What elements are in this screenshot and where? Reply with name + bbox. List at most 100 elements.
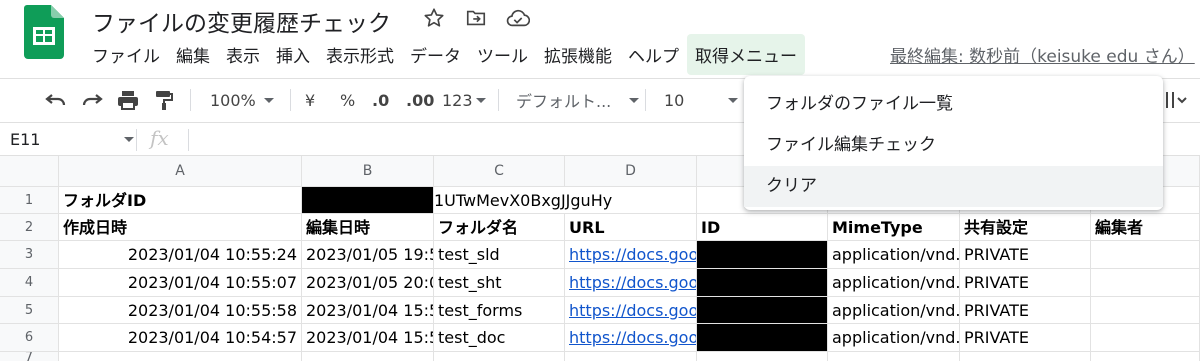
cell-f4[interactable]: application/vnd.g xyxy=(828,269,960,297)
menu-view[interactable]: 表示 xyxy=(218,34,268,75)
cell-f5[interactable]: application/vnd.g xyxy=(828,297,960,324)
cell-e6-redacted[interactable] xyxy=(697,324,828,352)
menu-item-file-edit-check[interactable]: ファイル編集チェック xyxy=(744,125,1163,166)
redo-icon[interactable] xyxy=(80,79,104,121)
cell-h6[interactable] xyxy=(1091,324,1200,352)
cell-c4[interactable]: test_sht xyxy=(434,269,565,297)
cell-a5[interactable]: 2023/01/04 10:55:58 xyxy=(59,297,302,324)
increase-decimal-button[interactable]: .00 xyxy=(406,79,434,121)
cell-h2[interactable]: 編集者 xyxy=(1091,214,1200,241)
cell-h7[interactable] xyxy=(1091,352,1200,361)
currency-format-button[interactable]: ¥ xyxy=(305,79,315,121)
cloud-saved-icon[interactable] xyxy=(504,4,532,32)
chevron-down-icon[interactable] xyxy=(124,137,134,142)
column-header-b[interactable]: B xyxy=(302,156,434,187)
cell-a4[interactable]: 2023/01/04 10:55:07 xyxy=(59,269,302,297)
cell-g3[interactable]: PRIVATE xyxy=(960,241,1091,269)
row-header-4[interactable]: 4 xyxy=(0,269,59,297)
document-title[interactable]: ファイルの変更履歴チェック xyxy=(92,4,391,38)
cell-b5[interactable]: 2023/01/04 15:5 xyxy=(302,297,434,324)
toolbar-divider xyxy=(645,89,646,111)
sheets-logo-icon[interactable] xyxy=(24,5,64,59)
menu-data[interactable]: データ xyxy=(402,34,469,75)
menu-tools[interactable]: ツール xyxy=(469,34,536,75)
move-folder-icon[interactable] xyxy=(462,4,490,32)
last-edit-link[interactable]: 最終編集: 数秒前（keisuke edu さん） xyxy=(890,42,1195,67)
cell-c6[interactable]: test_doc xyxy=(434,324,565,352)
cell-b7[interactable] xyxy=(302,352,434,361)
cell-a7[interactable] xyxy=(59,352,302,361)
undo-icon[interactable] xyxy=(44,79,68,121)
menu-extensions[interactable]: 拡張機能 xyxy=(536,34,620,75)
cell-b1-redacted[interactable] xyxy=(302,187,434,214)
cell-c7[interactable] xyxy=(434,352,565,361)
cell-a3[interactable]: 2023/01/04 10:55:24 xyxy=(59,241,302,269)
cell-d7[interactable] xyxy=(565,352,697,361)
cell-a2[interactable]: 作成日時 xyxy=(59,214,302,241)
menu-insert[interactable]: 挿入 xyxy=(268,34,318,75)
cell-g7[interactable] xyxy=(960,352,1091,361)
menu-custom-fetch[interactable]: 取得メニュー xyxy=(687,33,805,75)
cell-d2[interactable]: URL xyxy=(565,214,697,241)
cell-c2[interactable]: フォルダ名 xyxy=(434,214,565,241)
zoom-value: 100% xyxy=(210,90,256,110)
cell-g2[interactable]: 共有設定 xyxy=(960,214,1091,241)
column-header-d[interactable]: D xyxy=(565,156,697,187)
menu-file[interactable]: ファイル xyxy=(84,34,168,75)
row-header-2[interactable]: 2 xyxy=(0,214,59,241)
percent-format-button[interactable]: % xyxy=(340,79,355,121)
cell-b2[interactable]: 編集日時 xyxy=(302,214,434,241)
vertical-align-icon[interactable] xyxy=(1162,79,1192,121)
row-header-3[interactable]: 3 xyxy=(0,241,59,269)
paint-format-icon[interactable] xyxy=(152,79,176,121)
cell-a6[interactable]: 2023/01/04 10:54:57 xyxy=(59,324,302,352)
cell-d6-link[interactable]: https://docs.goog xyxy=(565,324,697,352)
print-icon[interactable] xyxy=(116,79,140,121)
cell-e7[interactable] xyxy=(697,352,828,361)
more-formats-select[interactable]: 123 xyxy=(442,79,486,121)
cell-f7[interactable] xyxy=(828,352,960,361)
cell-e5-redacted[interactable] xyxy=(697,297,828,324)
cell-g4[interactable]: PRIVATE xyxy=(960,269,1091,297)
column-header-a[interactable]: A xyxy=(59,156,302,187)
menu-format[interactable]: 表示形式 xyxy=(318,34,402,75)
select-all-corner[interactable] xyxy=(0,156,59,187)
star-icon[interactable] xyxy=(420,4,448,32)
row-header-5[interactable]: 5 xyxy=(0,297,59,324)
row-header-7[interactable]: 7 xyxy=(0,352,59,361)
cell-g6[interactable]: PRIVATE xyxy=(960,324,1091,352)
cell-h4[interactable] xyxy=(1091,269,1200,297)
cell-f6[interactable]: application/vnd.g xyxy=(828,324,960,352)
cell-a1[interactable]: フォルダID xyxy=(59,187,302,214)
cell-g5[interactable]: PRIVATE xyxy=(960,297,1091,324)
cell-e2[interactable]: ID xyxy=(697,214,828,241)
menu-edit[interactable]: 編集 xyxy=(168,34,218,75)
cell-b3[interactable]: 2023/01/05 19:5 xyxy=(302,241,434,269)
menu-help[interactable]: ヘルプ xyxy=(620,34,687,75)
cell-e3-redacted[interactable] xyxy=(697,241,828,269)
cell-e4-redacted[interactable] xyxy=(697,269,828,297)
row-header-1[interactable]: 1 xyxy=(0,187,59,214)
decrease-decimal-button[interactable]: .0 xyxy=(372,79,389,121)
cell-d4-link[interactable]: https://docs.goog xyxy=(565,269,697,297)
cell-c5[interactable]: test_forms xyxy=(434,297,565,324)
zoom-select[interactable]: 100% xyxy=(210,79,274,121)
cell-b6[interactable]: 2023/01/04 15:5 xyxy=(302,324,434,352)
cell-h5[interactable] xyxy=(1091,297,1200,324)
cell-f2[interactable]: MimeType xyxy=(828,214,960,241)
chevron-down-icon xyxy=(263,97,274,103)
cell-d5-link[interactable]: https://docs.goog xyxy=(565,297,697,324)
menu-item-folder-file-list[interactable]: フォルダのファイル一覧 xyxy=(744,84,1163,125)
column-header-c[interactable]: C xyxy=(434,156,565,187)
cell-c1[interactable]: 1UTwMevX0BxgJJguHy xyxy=(434,187,697,214)
cell-c3[interactable]: test_sld xyxy=(434,241,565,269)
name-box[interactable]: E11 xyxy=(10,130,40,149)
font-family-select[interactable]: デフォルト... xyxy=(516,79,640,121)
menu-item-clear[interactable]: クリア xyxy=(744,166,1163,207)
cell-d3-link[interactable]: https://docs.goog xyxy=(565,241,697,269)
cell-h3[interactable] xyxy=(1091,241,1200,269)
row-header-6[interactable]: 6 xyxy=(0,324,59,352)
cell-b4[interactable]: 2023/01/05 20:0 xyxy=(302,269,434,297)
cell-f3[interactable]: application/vnd.g xyxy=(828,241,960,269)
font-size-select[interactable]: 10 xyxy=(664,79,739,121)
